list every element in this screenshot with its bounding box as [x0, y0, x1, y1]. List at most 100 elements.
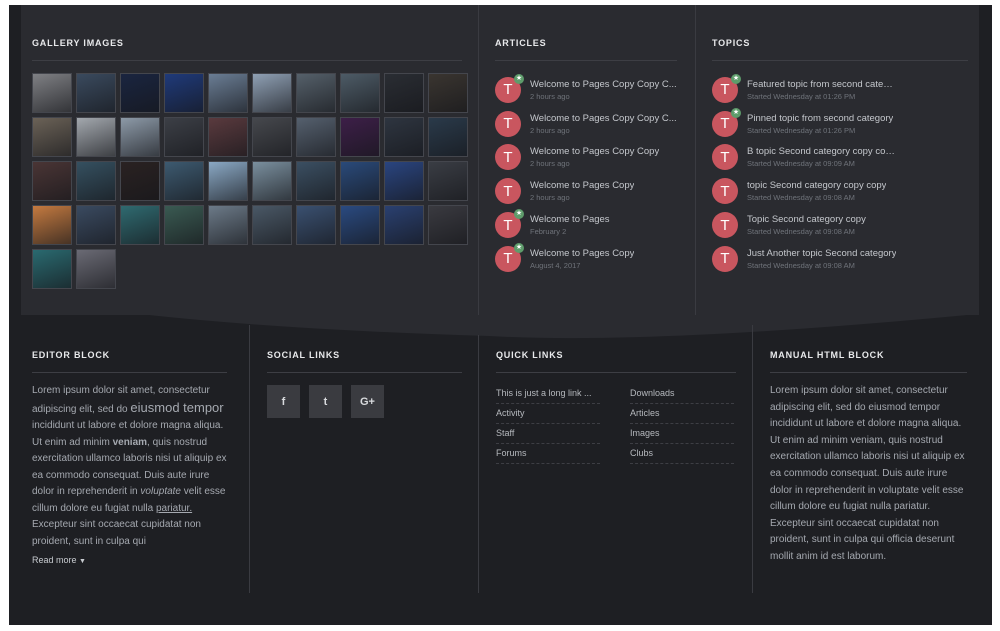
gallery-thumbnail[interactable]	[208, 73, 248, 113]
gallery-thumbnail[interactable]	[252, 205, 292, 245]
quick-link[interactable]: This is just a long link ...	[496, 384, 600, 404]
quick-link[interactable]: Articles	[630, 404, 734, 424]
quick-link[interactable]: Clubs	[630, 444, 734, 464]
avatar[interactable]: T	[495, 178, 521, 205]
gallery-thumbnail[interactable]	[296, 73, 336, 113]
quick-link[interactable]: Forums	[496, 444, 600, 464]
article-item-title[interactable]: Welcome to Pages Copy	[530, 180, 634, 191]
gallery-thumbnail[interactable]	[120, 205, 160, 245]
read-more-label: Read more	[32, 555, 77, 565]
topic-item[interactable]: T Just Another topic Second category Start…	[712, 242, 968, 276]
topic-item[interactable]: T ★ Featured topic from second category Sta…	[712, 73, 968, 107]
gallery-thumbnail[interactable]	[384, 117, 424, 157]
gallery-thumbnail[interactable]	[164, 161, 204, 201]
avatar[interactable]: T	[712, 245, 738, 272]
gallery-thumbnail[interactable]	[384, 73, 424, 113]
topic-item-title[interactable]: Just Another topic Second category	[747, 248, 896, 259]
topic-item[interactable]: T B topic Second category copy copy copy S…	[712, 141, 968, 175]
quick-link[interactable]: Activity	[496, 404, 600, 424]
article-item-title[interactable]: Welcome to Pages Copy Copy C...	[530, 79, 677, 90]
manual-text: Lorem ipsum dolor sit amet, consectetur …	[770, 385, 965, 562]
facebook-button[interactable]: f	[267, 385, 300, 418]
gallery-thumbnail[interactable]	[340, 161, 380, 201]
gallery-thumbnail[interactable]	[32, 161, 72, 201]
google-plus-button[interactable]: G+	[351, 385, 384, 418]
article-item-title[interactable]: Welcome to Pages Copy Copy	[530, 146, 659, 157]
gallery-thumbnail[interactable]	[428, 73, 468, 113]
gallery-thumbnail[interactable]	[32, 205, 72, 245]
topic-item[interactable]: T ★ Pinned topic from second category Start…	[712, 107, 968, 141]
gallery-thumbnail[interactable]	[76, 249, 116, 289]
gallery-thumbnail[interactable]	[340, 205, 380, 245]
topic-item-title[interactable]: Pinned topic from second category	[747, 113, 893, 124]
quick-links-title: QUICK LINKS	[496, 350, 736, 373]
article-item-meta: 2 hours ago	[530, 193, 570, 203]
editor-text-italic: voluptate	[140, 486, 181, 497]
gallery-thumbnail[interactable]	[384, 205, 424, 245]
topic-item[interactable]: T Topic Second category copy Started Wedne…	[712, 208, 968, 242]
editor-link[interactable]: pariatur.	[156, 503, 192, 514]
twitter-icon: t	[323, 395, 328, 408]
gallery-thumbnail[interactable]	[296, 117, 336, 157]
topic-item-title[interactable]: Featured topic from second category	[747, 79, 897, 90]
topic-item-title[interactable]: Topic Second category copy	[747, 214, 866, 225]
article-item[interactable]: T ★ Welcome to Pages Copy Copy C... 2 hours…	[495, 73, 677, 107]
twitter-button[interactable]: t	[309, 385, 342, 418]
gallery-thumbnail[interactable]	[164, 205, 204, 245]
gallery-thumbnail[interactable]	[428, 205, 468, 245]
gallery-thumbnail[interactable]	[32, 249, 72, 289]
article-item-title[interactable]: Welcome to Pages Copy	[530, 248, 634, 259]
article-item[interactable]: T ★ Welcome to Pages February 2	[495, 208, 677, 242]
topic-item-meta: Started Wednesday at 01:26 PM	[747, 125, 856, 135]
gallery-thumbnail[interactable]	[208, 161, 248, 201]
gallery-thumbnail[interactable]	[164, 73, 204, 113]
gallery-thumbnail[interactable]	[296, 161, 336, 201]
avatar[interactable]: T ★	[712, 107, 741, 137]
gallery-thumbnail[interactable]	[252, 161, 292, 201]
article-item[interactable]: T Welcome to Pages Copy 2 hours ago	[495, 174, 677, 208]
avatar[interactable]: T ★	[495, 209, 524, 239]
gallery-thumbnail[interactable]	[120, 161, 160, 201]
article-item[interactable]: T ★ Welcome to Pages Copy August 4, 2017	[495, 242, 677, 276]
gallery-thumbnail[interactable]	[76, 205, 116, 245]
quick-link[interactable]: Downloads	[630, 384, 734, 404]
avatar[interactable]: T	[712, 212, 738, 239]
article-item[interactable]: T Welcome to Pages Copy Copy 2 hours ago	[495, 141, 677, 175]
gallery-thumbnail[interactable]	[252, 73, 292, 113]
gallery-thumbnail[interactable]	[32, 117, 72, 157]
gallery-thumbnail[interactable]	[76, 117, 116, 157]
gallery-thumbnail[interactable]	[76, 73, 116, 113]
avatar[interactable]: T	[495, 144, 521, 171]
avatar[interactable]: T ★	[712, 73, 741, 103]
gallery-thumbnail[interactable]	[296, 205, 336, 245]
avatar[interactable]: T ★	[495, 242, 524, 272]
topic-item[interactable]: Ttopic Second category copy copy Started …	[712, 174, 968, 208]
avatar-initial: T	[503, 148, 513, 166]
topic-item-title[interactable]: topic Second category copy copy	[747, 180, 886, 191]
quick-link[interactable]: Staff	[496, 424, 600, 444]
avatar[interactable]: T ★	[495, 73, 524, 103]
article-item[interactable]: T Welcome to Pages Copy Copy C... 2 hours …	[495, 107, 677, 141]
gallery-thumbnail[interactable]	[208, 205, 248, 245]
avatar[interactable]: T	[495, 110, 521, 137]
gallery-thumbnail[interactable]	[428, 161, 468, 201]
gallery-thumbnail[interactable]	[32, 73, 72, 113]
gallery-thumbnail[interactable]	[208, 117, 248, 157]
gallery-thumbnail[interactable]	[340, 117, 380, 157]
gallery-thumbnail[interactable]	[76, 161, 116, 201]
gallery-thumbnail[interactable]	[252, 117, 292, 157]
gallery-thumbnail[interactable]	[340, 73, 380, 113]
avatar-initial: T	[503, 115, 513, 133]
gallery-thumbnail[interactable]	[164, 117, 204, 157]
avatar[interactable]: T	[712, 178, 738, 205]
gallery-thumbnail[interactable]	[120, 73, 160, 113]
quick-link[interactable]: Images	[630, 424, 734, 444]
gallery-thumbnail[interactable]	[384, 161, 424, 201]
gallery-thumbnail[interactable]	[120, 117, 160, 157]
avatar[interactable]: T	[712, 144, 738, 171]
read-more-button[interactable]: Read more ▼	[32, 555, 86, 565]
article-item-title[interactable]: Welcome to Pages	[530, 214, 610, 225]
topic-item-title[interactable]: B topic Second category copy copy copy	[747, 146, 897, 157]
article-item-title[interactable]: Welcome to Pages Copy Copy C...	[530, 113, 677, 124]
gallery-thumbnail[interactable]	[428, 117, 468, 157]
